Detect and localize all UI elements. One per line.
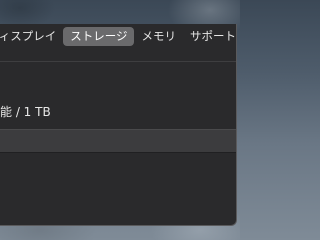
tab-display[interactable]: ディスプレイ xyxy=(0,27,63,46)
header-divider xyxy=(0,61,236,62)
tab-bar: ディスプレイ ストレージ メモリ サポート xyxy=(0,24,236,49)
storage-capacity-label: 能 / 1 TB xyxy=(0,105,51,119)
tab-memory[interactable]: メモリ xyxy=(134,27,183,46)
tab-storage[interactable]: ストレージ xyxy=(63,27,135,46)
tab-support[interactable]: サポート xyxy=(183,27,243,46)
about-this-mac-window: ディスプレイ ストレージ メモリ サポート 能 / 1 TB xyxy=(0,24,237,226)
storage-usage-bar xyxy=(0,129,236,153)
